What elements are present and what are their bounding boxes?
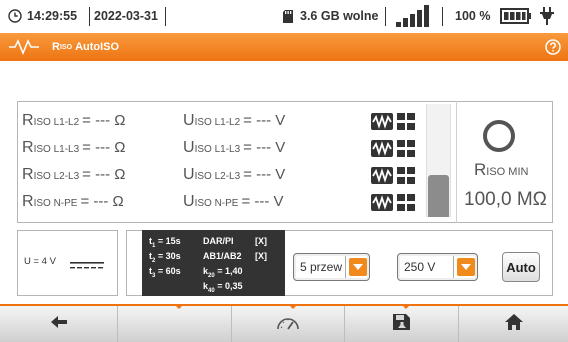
grid-view-icon[interactable] (397, 167, 415, 184)
home-icon (504, 313, 524, 336)
voltage-select[interactable]: 250 V (397, 253, 478, 281)
auto-button[interactable]: Auto (502, 252, 540, 282)
empty-nav-button (118, 306, 232, 342)
r-reading-3: R ISO N-PE = --- Ω (22, 193, 124, 210)
gauge-icon (276, 314, 300, 335)
ab-setting: AB1/AB2 (203, 251, 242, 261)
save-icon (392, 313, 412, 336)
help-icon[interactable] (545, 39, 561, 60)
t3-setting: t3 = 60s (149, 266, 181, 279)
storage-status: 3.6 GB wolne (300, 9, 379, 23)
sd-card-icon (282, 0, 294, 32)
r-reading-2: R ISO L2-L3 = --- Ω (22, 166, 126, 183)
waveform-icon (9, 39, 39, 60)
u-reading-1: U ISO L1-L3 = --- V (183, 139, 286, 156)
measurement-progress-fill (428, 175, 449, 217)
ring-indicator-icon (483, 120, 515, 152)
save-button[interactable] (345, 306, 459, 342)
title-bar: R ISO AutoISO (0, 33, 568, 61)
k20-setting: k20 = 1,40 (203, 266, 243, 279)
r-reading-0: R ISO L1-L2 = --- Ω (22, 112, 126, 129)
rmin-value: 100,0 MΩ (464, 189, 547, 210)
dar-pi-setting: DAR/PI (203, 236, 234, 246)
back-button[interactable] (0, 306, 118, 342)
chevron-down-icon (349, 258, 367, 276)
waveform-result-icon[interactable] (371, 140, 393, 157)
signal-icon (396, 0, 430, 32)
u-reading-3: U ISO N-PE = --- V (183, 193, 284, 210)
battery-icon (500, 0, 532, 32)
status-date: 2022-03-31 (94, 9, 158, 23)
k40-setting: k40 = 0,35 (203, 281, 243, 294)
waveform-result-icon[interactable] (371, 194, 393, 211)
t1-setting: t1 = 15s (149, 236, 181, 249)
rmin-label: R ISO MIN (474, 160, 529, 179)
status-time: 14:29:55 (27, 9, 78, 23)
clock-icon (8, 0, 22, 32)
bottom-nav (0, 304, 568, 342)
u-reading-2: U ISO L2-L3 = --- V (183, 166, 286, 183)
measure-button[interactable] (232, 306, 345, 342)
grid-view-icon[interactable] (397, 113, 415, 130)
grid-view-icon[interactable] (397, 140, 415, 157)
wires-select[interactable]: 5 przew (293, 253, 370, 281)
chevron-down-icon (457, 258, 475, 276)
waveform-result-icon[interactable] (371, 113, 393, 130)
page-title: R ISO AutoISO (52, 41, 120, 53)
test-settings-info[interactable]: t1 = 15s t2 = 30s t3 = 60s DAR/PI [X] AB… (142, 230, 285, 296)
measurement-progress-bar (426, 104, 451, 217)
grid-view-icon[interactable] (397, 194, 415, 211)
dc-voltage-icon (70, 258, 104, 276)
waveform-result-icon[interactable] (371, 167, 393, 184)
u-reading-0: U ISO L1-L2 = --- V (183, 112, 286, 129)
status-bar: 14:29:55 2022-03-31 3.6 GB wolne 100 % (0, 0, 568, 32)
wires-select-value: 5 przew (300, 260, 343, 274)
t2-setting: t2 = 30s (149, 251, 181, 264)
back-arrow-icon (50, 315, 67, 334)
home-button[interactable] (459, 306, 568, 342)
dar-pi-flag: [X] (255, 236, 267, 246)
voltage-select-value: 250 V (404, 260, 436, 274)
r-reading-1: R ISO L1-L3 = --- Ω (22, 139, 126, 156)
voltage-indicator: U = 4 V (24, 256, 56, 267)
ab-flag: [X] (255, 251, 267, 261)
battery-percent: 100 % (455, 9, 491, 23)
power-plug-icon (540, 0, 554, 32)
